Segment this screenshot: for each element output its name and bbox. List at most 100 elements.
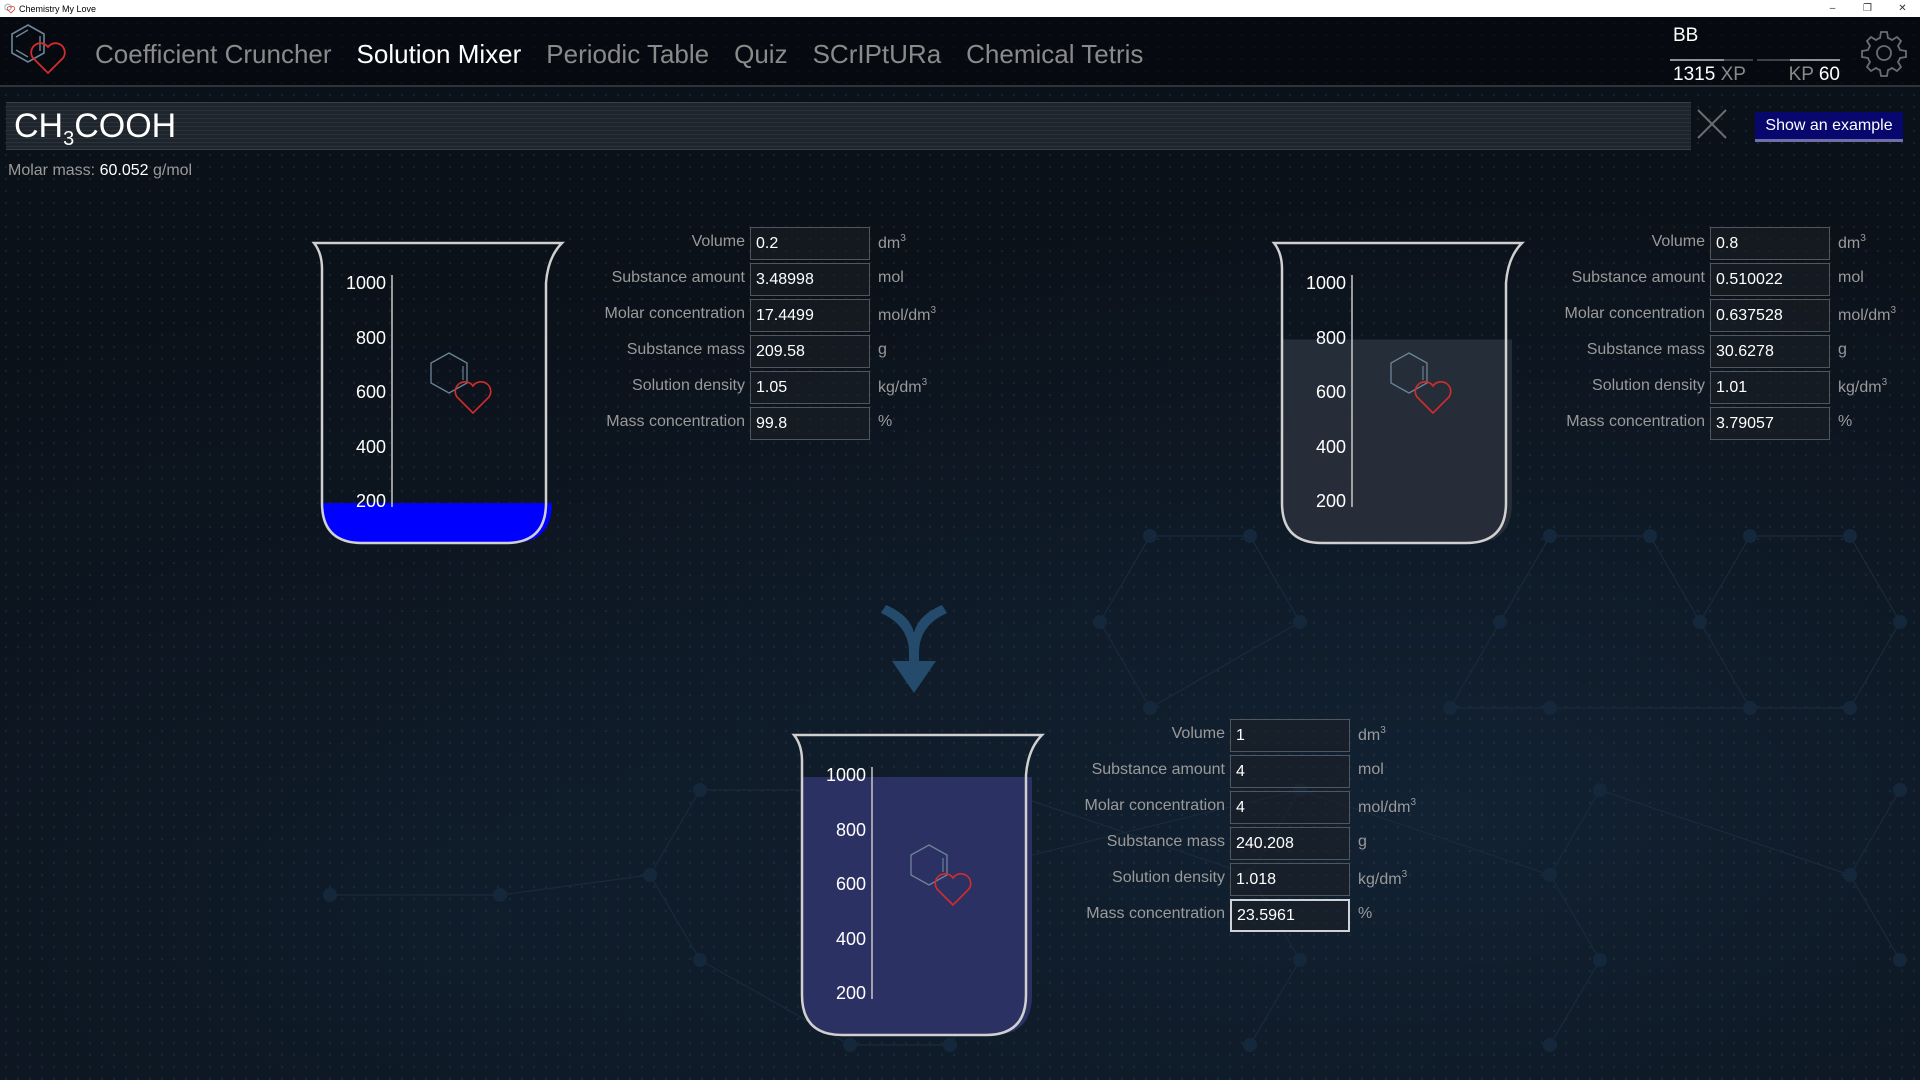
settings-gear-icon[interactable]: [1860, 29, 1908, 77]
beaker-logo-icon: [430, 352, 492, 415]
field-label: Substance mass: [1106, 833, 1225, 850]
field-label: Molar concentration: [1084, 797, 1225, 814]
formula-input-bar[interactable]: CH3COOH: [6, 102, 1691, 150]
beaker-result: 1000 800 600 400 200: [791, 715, 1052, 1045]
field-unit: kg/dm3: [1838, 377, 1887, 397]
close-window-button[interactable]: ✕: [1885, 0, 1920, 17]
molar-mass: Molar mass: 60.052 g/mol: [8, 162, 192, 180]
field-unit: mol: [1838, 269, 1864, 287]
hex-edge: [1149, 621, 1301, 709]
solution-density-input[interactable]: [1230, 863, 1350, 896]
volume-input[interactable]: [1230, 719, 1350, 752]
nav-chemical-tetris[interactable]: Chemical Tetris: [966, 35, 1143, 70]
nav-coefficient-cruncher[interactable]: Coefficient Cruncher: [95, 35, 332, 70]
unit-text: mol/dm: [878, 307, 931, 324]
field-unit: g: [1838, 341, 1847, 359]
field-unit: %: [1838, 413, 1852, 431]
substance-amount-input[interactable]: [1230, 755, 1350, 788]
field-unit: kg/dm3: [1358, 869, 1407, 889]
field-unit: dm3: [1358, 725, 1386, 745]
substance-amount-input[interactable]: [1710, 263, 1830, 296]
field-row-solution-density: Solution density kg/dm3: [1540, 371, 1920, 405]
hex-node: [643, 868, 657, 882]
molar-mass-value: 60.052: [99, 162, 149, 179]
mass-concentration-input[interactable]: [1230, 899, 1350, 932]
substance-mass-input[interactable]: [750, 335, 870, 368]
unit-text: kg/dm: [878, 379, 922, 396]
field-unit: g: [878, 341, 887, 359]
field-label: Substance mass: [1586, 341, 1705, 358]
hex-node: [1143, 701, 1157, 715]
xp-progress-bar: [1670, 59, 1753, 61]
hex-node: [1093, 615, 1107, 629]
field-label: Solution density: [632, 377, 745, 394]
hex-node: [1693, 615, 1707, 629]
hex-node: [1543, 868, 1557, 882]
field-label: Substance mass: [626, 341, 745, 358]
volume-input[interactable]: [1710, 227, 1830, 260]
field-row-molar-concentration: Molar concentration mol/dm3: [1540, 299, 1920, 333]
main-nav: Coefficient Cruncher Solution Mixer Peri…: [95, 17, 1168, 87]
mass-concentration-input[interactable]: [750, 407, 870, 440]
solution-density-input[interactable]: [750, 371, 870, 404]
hex-edge: [1649, 535, 1701, 623]
volume-input[interactable]: [750, 227, 870, 260]
unit-text: dm: [1838, 235, 1861, 252]
field-row-substance-mass: Substance mass g: [1060, 827, 1440, 861]
hex-node: [1443, 701, 1457, 715]
hex-node: [1893, 953, 1907, 967]
unit-text: kg/dm: [1838, 379, 1882, 396]
solution-density-input[interactable]: [1710, 371, 1830, 404]
hex-edge: [1699, 535, 1751, 623]
hex-node: [1593, 783, 1607, 797]
window-titlebar: Chemistry My Love – ❐ ✕: [0, 0, 1920, 17]
minimize-button[interactable]: –: [1815, 0, 1850, 17]
unit-superscript: 3: [1860, 233, 1866, 244]
substance-mass-input[interactable]: [1230, 827, 1350, 860]
mass-concentration-input[interactable]: [1710, 407, 1830, 440]
field-row-molar-concentration: Molar concentration mol/dm3: [580, 299, 960, 333]
field-label: Volume: [1171, 725, 1225, 742]
field-label: Substance amount: [1571, 269, 1705, 286]
field-row-volume: Volume dm3: [1540, 227, 1920, 261]
unit-text: mol: [878, 269, 904, 286]
substance-amount-input[interactable]: [750, 263, 870, 296]
beaker-scale-label: 800: [835, 819, 866, 840]
hex-node: [1243, 1038, 1257, 1052]
field-label: Mass concentration: [606, 413, 745, 430]
molar-concentration-input[interactable]: [1230, 791, 1350, 824]
restore-button[interactable]: ❐: [1850, 0, 1885, 17]
field-unit: dm3: [878, 233, 906, 253]
close-icon[interactable]: [1695, 107, 1729, 141]
hex-edge: [499, 874, 651, 896]
app-logo-icon: [4, 3, 16, 14]
hex-node: [1143, 529, 1157, 543]
beaker-scale-label: 600: [1315, 382, 1346, 402]
field-unit: mol: [878, 269, 904, 287]
kp-display: KP 60: [1789, 64, 1840, 86]
nav-solution-mixer[interactable]: Solution Mixer: [357, 35, 522, 70]
nav-periodic-table[interactable]: Periodic Table: [546, 35, 709, 70]
hex-node: [693, 953, 707, 967]
field-label: Solution density: [1592, 377, 1705, 394]
hex-edge: [1699, 621, 1751, 709]
beaker-scale-label: 1000: [1305, 273, 1346, 293]
nav-quiz[interactable]: Quiz: [734, 35, 787, 70]
unit-text: g: [1358, 833, 1367, 850]
molar-concentration-input[interactable]: [750, 299, 870, 332]
molar-concentration-input[interactable]: [1710, 299, 1830, 332]
substance-mass-input[interactable]: [1710, 335, 1830, 368]
hex-edge: [1449, 535, 1551, 709]
show-example-button[interactable]: Show an example: [1755, 112, 1903, 142]
app-logo-icon[interactable]: [8, 23, 72, 79]
formula-input[interactable]: CH3COOH: [14, 107, 176, 151]
beaker-first: 1000 800 600 400 200: [311, 223, 572, 553]
hex-node: [1843, 868, 1857, 882]
unit-text: mol: [1358, 761, 1384, 778]
nav-scriptura[interactable]: SCrIPtURa: [813, 35, 942, 70]
hex-node: [1543, 701, 1557, 715]
field-row-mass-concentration: Mass concentration%: [580, 407, 960, 441]
field-unit: dm3: [1838, 233, 1866, 253]
field-label: Molar concentration: [604, 305, 745, 322]
unit-superscript: 3: [921, 377, 928, 388]
